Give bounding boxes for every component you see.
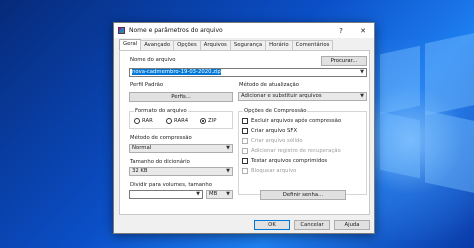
compression-options-title: Opções de Compressão bbox=[243, 108, 308, 114]
split-volumes-label: Dividir para volumes, tamanho bbox=[130, 182, 213, 188]
tab-strip: Geral Avançado Opções Arquivos Segurança… bbox=[119, 39, 334, 50]
help-button[interactable]: Ajuda bbox=[334, 220, 370, 230]
split-size-input[interactable]: ▼ bbox=[129, 190, 203, 199]
tab-comments[interactable]: Comentários bbox=[291, 40, 334, 50]
checkbox-icon bbox=[242, 168, 248, 174]
delete-after-label: Excluir arquivos após compressão bbox=[251, 118, 342, 124]
title-bar[interactable]: Nome e parâmetros do arquivo ? ✕ bbox=[114, 23, 374, 38]
chevron-down-icon[interactable]: ▼ bbox=[196, 191, 200, 198]
format-rar4-radio[interactable]: RAR4 bbox=[166, 118, 188, 124]
chevron-down-icon[interactable]: ▼ bbox=[226, 191, 230, 198]
solid-archive-label: Criar arquivo sólido bbox=[251, 138, 303, 144]
delete-after-checkbox[interactable]: Excluir arquivos após compressão bbox=[242, 118, 341, 124]
archive-dialog: Nome e parâmetros do arquivo ? ✕ Geral A… bbox=[113, 22, 375, 234]
format-zip-radio[interactable]: ZIP bbox=[200, 118, 216, 124]
solid-archive-checkbox: Criar arquivo sólido bbox=[242, 138, 303, 144]
dictionary-size-select[interactable]: 32 KB ▼ bbox=[129, 167, 233, 176]
lock-archive-label: Bloquear arquivo bbox=[251, 168, 297, 174]
general-panel: Nome do arquivo Procurar... nova-cadmemb… bbox=[119, 50, 370, 215]
dictionary-size-label: Tamanho do dicionário bbox=[130, 159, 190, 165]
radio-icon bbox=[134, 118, 140, 124]
browse-button[interactable]: Procurar... bbox=[321, 56, 367, 66]
chevron-down-icon[interactable]: ▼ bbox=[226, 168, 230, 175]
compression-method-label: Método de compressão bbox=[130, 135, 192, 141]
create-sfx-checkbox[interactable]: Criar arquivo SFX bbox=[242, 128, 297, 134]
tab-time[interactable]: Horário bbox=[265, 40, 293, 50]
checkbox-icon bbox=[242, 118, 248, 124]
archive-name-label: Nome do arquivo bbox=[130, 57, 176, 63]
test-files-checkbox[interactable]: Testar arquivos comprimidos bbox=[242, 158, 327, 164]
checkbox-icon bbox=[242, 128, 248, 134]
windows-logo-pane bbox=[425, 110, 474, 194]
format-rar-label: RAR bbox=[142, 118, 153, 124]
compression-options-group: Opções de Compressão Excluir arquivos ap… bbox=[238, 108, 367, 195]
update-method-select[interactable]: Adicionar e substituir arquivos ▼ bbox=[238, 92, 367, 101]
tab-options[interactable]: Opções bbox=[173, 40, 201, 50]
create-sfx-label: Criar arquivo SFX bbox=[251, 128, 298, 134]
chevron-down-icon[interactable]: ▼ bbox=[226, 145, 230, 152]
ok-button[interactable]: OK bbox=[254, 220, 290, 230]
close-icon[interactable]: ✕ bbox=[352, 27, 374, 35]
radio-icon bbox=[166, 118, 172, 124]
profiles-button[interactable]: Perfis... bbox=[129, 92, 233, 102]
winrar-app-icon bbox=[118, 27, 125, 34]
tab-files[interactable]: Arquivos bbox=[199, 40, 231, 50]
cancel-button[interactable]: Cancelar bbox=[294, 220, 330, 230]
format-group-title: Formato do arquivo bbox=[134, 108, 188, 114]
split-unit-value: MB bbox=[209, 191, 218, 197]
checkbox-icon bbox=[242, 158, 248, 164]
format-zip-label: ZIP bbox=[208, 118, 217, 124]
profile-label: Perfil Padrão bbox=[130, 82, 164, 88]
format-group: Formato do arquivo RAR RAR4 ZIP bbox=[129, 108, 233, 129]
format-rar-radio[interactable]: RAR bbox=[134, 118, 153, 124]
chevron-down-icon[interactable]: ▼ bbox=[360, 93, 364, 100]
recovery-record-label: Adicionar registro de recuperação bbox=[251, 148, 341, 154]
archive-name-value: nova-cadmembro-19-03-2020.zip bbox=[132, 69, 221, 75]
format-rar4-label: RAR4 bbox=[174, 118, 189, 124]
checkbox-icon bbox=[242, 138, 248, 144]
tab-security[interactable]: Segurança bbox=[229, 40, 267, 50]
test-files-label: Testar arquivos comprimidos bbox=[251, 158, 328, 164]
windows-logo-pane bbox=[380, 111, 420, 179]
recovery-record-checkbox: Adicionar registro de recuperação bbox=[242, 148, 341, 154]
windows-logo-pane bbox=[380, 45, 420, 115]
set-password-button[interactable]: Definir senha... bbox=[260, 190, 346, 200]
compression-method-select[interactable]: Normal ▼ bbox=[129, 144, 233, 153]
dictionary-size-value: 32 KB bbox=[132, 168, 148, 174]
update-method-label: Método de atualização bbox=[239, 82, 300, 88]
tab-advanced[interactable]: Avançado bbox=[140, 40, 175, 50]
archive-name-input[interactable]: nova-cadmembro-19-03-2020.zip ▼ bbox=[129, 68, 367, 77]
window-title: Nome e parâmetros do arquivo bbox=[129, 27, 223, 34]
lock-archive-checkbox: Bloquear arquivo bbox=[242, 168, 296, 174]
tab-general[interactable]: Geral bbox=[119, 39, 142, 50]
compression-method-value: Normal bbox=[132, 145, 152, 151]
split-unit-select[interactable]: MB ▼ bbox=[206, 190, 233, 199]
chevron-down-icon[interactable]: ▼ bbox=[360, 69, 364, 76]
checkbox-icon bbox=[242, 148, 248, 154]
radio-selected-icon bbox=[200, 118, 206, 124]
help-title-button[interactable]: ? bbox=[330, 27, 352, 35]
windows-logo-pane bbox=[425, 32, 474, 116]
update-method-value: Adicionar e substituir arquivos bbox=[241, 93, 322, 99]
